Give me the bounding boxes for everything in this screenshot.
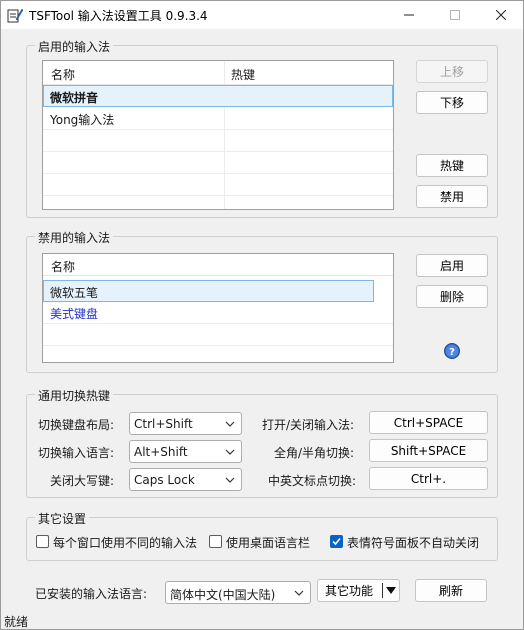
per-window-ime-label[interactable]: 每个窗口使用不同的输入法 <box>53 534 197 551</box>
desktop-langbar-checkbox[interactable] <box>209 535 222 548</box>
other-functions-button[interactable]: 其它功能 <box>317 579 400 602</box>
caps-select[interactable]: Caps Lock <box>129 468 242 491</box>
toggle-ime-hotkey-button[interactable]: Ctrl+SPACE <box>369 411 488 434</box>
title-bar[interactable]: TSFTool 输入法设置工具 0.9.3.4 <box>1 1 523 29</box>
list-item[interactable]: Yong输入法 <box>43 108 393 130</box>
other-functions-label: 其它功能 <box>325 584 374 598</box>
enabled-ime-group: 启用的输入法 名称 热键 微软拼音 Yong输入法 上移 下移 热键 禁用 <box>26 38 498 218</box>
enable-button[interactable]: 启用 <box>416 254 488 277</box>
column-name-header[interactable]: 名称 <box>51 258 75 275</box>
ime-name: Yong输入法 <box>50 113 115 127</box>
caps-label: 关闭大写键: <box>50 474 115 488</box>
chevron-down-icon <box>225 421 235 427</box>
move-down-button[interactable]: 下移 <box>416 91 488 114</box>
help-icon[interactable]: ? <box>444 343 460 359</box>
close-icon <box>496 10 506 20</box>
empty-row <box>43 152 393 174</box>
chevron-down-icon <box>225 477 235 483</box>
fullhalf-hotkey-button[interactable]: Shift+SPACE <box>369 439 488 462</box>
status-bar: 就绪 <box>1 613 523 630</box>
installed-lang-label: 已安装的输入法语言: <box>35 587 148 601</box>
select-value: Ctrl+Shift <box>134 417 193 431</box>
refresh-button[interactable]: 刷新 <box>415 579 487 602</box>
chevron-down-icon <box>225 449 235 455</box>
checkmark-icon <box>332 537 341 546</box>
ime-name: 微软五笔 <box>50 286 99 300</box>
window-title: TSFTool 输入法设置工具 0.9.3.4 <box>29 9 208 23</box>
ime-name: 美式键盘 <box>50 307 99 321</box>
status-text: 就绪 <box>4 615 29 629</box>
fullhalf-label: 全角/半角切换: <box>274 446 355 460</box>
emoji-panel-label[interactable]: 表情符号面板不自动关闭 <box>347 534 479 551</box>
toggle-ime-label: 打开/关闭输入法: <box>262 418 355 432</box>
enabled-ime-list[interactable]: 名称 热键 微软拼音 Yong输入法 <box>42 60 394 210</box>
delete-button[interactable]: 删除 <box>416 285 488 308</box>
move-up-button[interactable]: 上移 <box>416 60 488 83</box>
dropdown-arrow-icon[interactable] <box>386 587 396 595</box>
punct-label: 中英文标点切换: <box>268 474 357 488</box>
maximize-button <box>433 1 477 29</box>
empty-row <box>43 130 393 152</box>
other-settings-group: 其它设置 每个窗口使用不同的输入法 使用桌面语言栏 表情符号面板不自动关闭 <box>26 510 498 561</box>
minimize-icon <box>404 14 414 16</box>
list-item[interactable]: 微软五笔 <box>43 280 374 302</box>
empty-row <box>43 324 393 346</box>
svg-text:?: ? <box>449 347 455 358</box>
switch-layout-label: 切换键盘布局: <box>38 418 115 432</box>
list-item[interactable]: 美式键盘 <box>43 302 393 324</box>
enabled-group-title: 启用的输入法 <box>35 38 114 55</box>
switch-layout-select[interactable]: Ctrl+Shift <box>129 412 242 435</box>
app-keyboard-pen-icon <box>7 8 23 23</box>
minimize-button[interactable] <box>387 1 431 29</box>
desktop-langbar-label[interactable]: 使用桌面语言栏 <box>226 534 310 551</box>
disabled-ime-list[interactable]: 名称 微软五笔 美式键盘 <box>42 253 394 363</box>
disabled-group-title: 禁用的输入法 <box>35 229 114 246</box>
empty-row <box>43 174 393 196</box>
split-divider <box>382 583 383 598</box>
select-value: Caps Lock <box>134 473 195 487</box>
other-group-title: 其它设置 <box>35 510 90 527</box>
select-value: 简体中文(中国大陆) <box>170 588 276 602</box>
emoji-panel-checkbox[interactable] <box>330 535 343 548</box>
column-hotkey-header[interactable]: 热键 <box>231 66 255 83</box>
switch-lang-label: 切换输入语言: <box>38 446 115 460</box>
per-window-ime-checkbox[interactable] <box>36 535 49 548</box>
maximize-icon <box>450 10 460 20</box>
list-item[interactable]: 微软拼音 <box>43 85 393 107</box>
main-window: TSFTool 输入法设置工具 0.9.3.4 启用的输入法 名称 热键 微软拼… <box>0 0 524 630</box>
chevron-down-icon <box>294 590 304 596</box>
punct-hotkey-button[interactable]: Ctrl+. <box>369 467 488 490</box>
ime-name: 微软拼音 <box>50 91 99 105</box>
hotkey-button[interactable]: 热键 <box>416 154 488 177</box>
switch-lang-select[interactable]: Alt+Shift <box>129 440 242 463</box>
hotkeys-group-title: 通用切换热键 <box>35 387 114 404</box>
hotkeys-group: 通用切换热键 切换键盘布局: Ctrl+Shift 切换输入语言: Alt+Sh… <box>26 387 498 498</box>
disable-button[interactable]: 禁用 <box>416 185 488 208</box>
list-header: 名称 <box>43 254 393 276</box>
list-header: 名称 热键 <box>43 61 393 85</box>
select-value: Alt+Shift <box>134 445 188 459</box>
close-button[interactable] <box>479 1 523 29</box>
disabled-ime-group: 禁用的输入法 名称 微软五笔 美式键盘 启用 删除 ? <box>26 229 498 373</box>
column-name-header[interactable]: 名称 <box>51 66 75 83</box>
installed-lang-select[interactable]: 简体中文(中国大陆) <box>165 581 311 604</box>
